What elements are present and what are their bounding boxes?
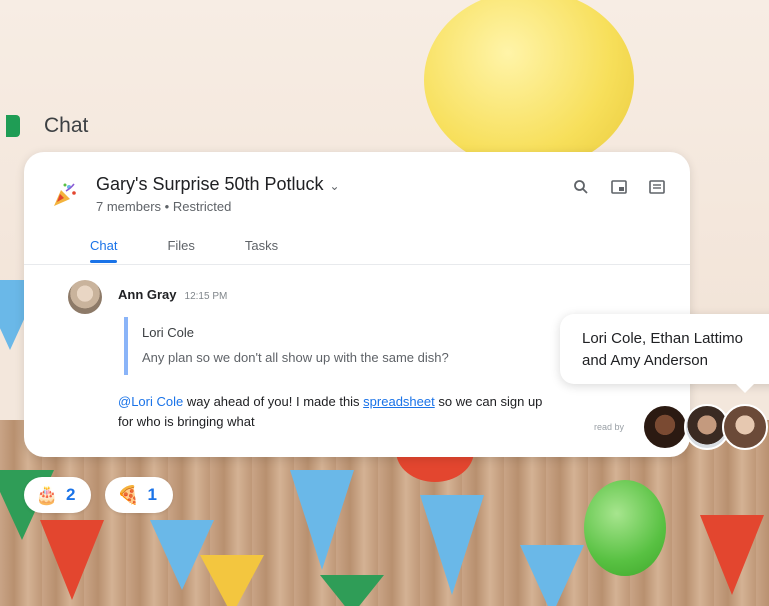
message-author: Ann Gray [118,287,177,302]
bunting-flag [200,555,264,606]
avatar[interactable] [722,404,768,450]
message-time: 12:15 PM [184,291,228,302]
quote-author: Lori Cole [142,325,195,340]
picture-in-picture-icon[interactable] [610,178,628,196]
quote-text: Any plan so we don't all show up with th… [142,350,449,365]
bunting-flag [40,520,104,600]
reaction-count: 1 [147,485,157,504]
read-receipts[interactable] [642,404,768,452]
spreadsheet-link[interactable]: spreadsheet [363,394,435,409]
chat-logo-icon [6,115,20,137]
message-text: way ahead of you! I made this [183,394,364,409]
tab-bar: Chat Files Tasks [90,238,278,263]
member-count: 7 members [96,199,162,214]
party-popper-icon [50,180,80,210]
app-title: Chat [44,114,89,137]
reaction-bar: 🎂 2 🍕 1 [24,477,173,513]
avatar[interactable] [642,404,688,450]
bunting-flag [420,495,484,595]
bunting-flag [290,470,354,570]
tab-chat[interactable]: Chat [90,238,118,263]
bunting-flag [520,545,584,606]
tab-divider [24,264,690,265]
room-name-button[interactable]: Gary's Surprise 50th Potluck ⌄ [96,174,340,195]
reaction-count: 2 [66,485,76,504]
read-by-tooltip: Lori Cole, Ethan Lattimo and Amy Anderso… [560,314,769,393]
room-name: Gary's Surprise 50th Potluck [96,174,324,194]
bunting-flag [320,575,384,606]
tab-tasks[interactable]: Tasks [245,238,278,263]
access-level: Restricted [172,199,232,214]
header-actions [572,178,666,196]
message-body: @Lori Cole way ahead of you! I made this… [118,392,558,432]
reaction-cake-button[interactable]: 🎂 2 [24,477,92,513]
room-meta: 7 members • Restricted [96,199,340,214]
reaction-pizza-button[interactable]: 🍕 1 [105,477,173,513]
read-by-label: read by [594,422,625,432]
bunting-flag [700,515,764,595]
mention-link[interactable]: @Lori Cole [118,394,183,409]
threads-icon[interactable] [648,178,666,196]
tab-files[interactable]: Files [167,238,194,263]
room-header: Gary's Surprise 50th Potluck ⌄ 7 members… [50,174,340,214]
chevron-down-icon: ⌄ [329,178,340,193]
meta-separator: • [164,199,170,214]
search-icon[interactable] [572,178,590,196]
room-titles: Gary's Surprise 50th Potluck ⌄ 7 members… [96,174,340,214]
pizza-icon: 🍕 [117,484,140,505]
avatar[interactable] [68,280,102,314]
green-balloon [584,480,666,576]
message-header: Ann Gray 12:15 PM [118,287,227,302]
tooltip-line: Lori Cole, Ethan Lattimo [582,330,743,347]
tooltip-line: and Amy Anderson [582,352,708,369]
app-label: Chat [6,114,88,138]
quoted-message[interactable]: Lori Cole Any plan so we don't all show … [124,317,572,375]
birthday-cake-icon: 🎂 [35,484,59,505]
chat-card: Gary's Surprise 50th Potluck ⌄ 7 members… [24,152,690,457]
